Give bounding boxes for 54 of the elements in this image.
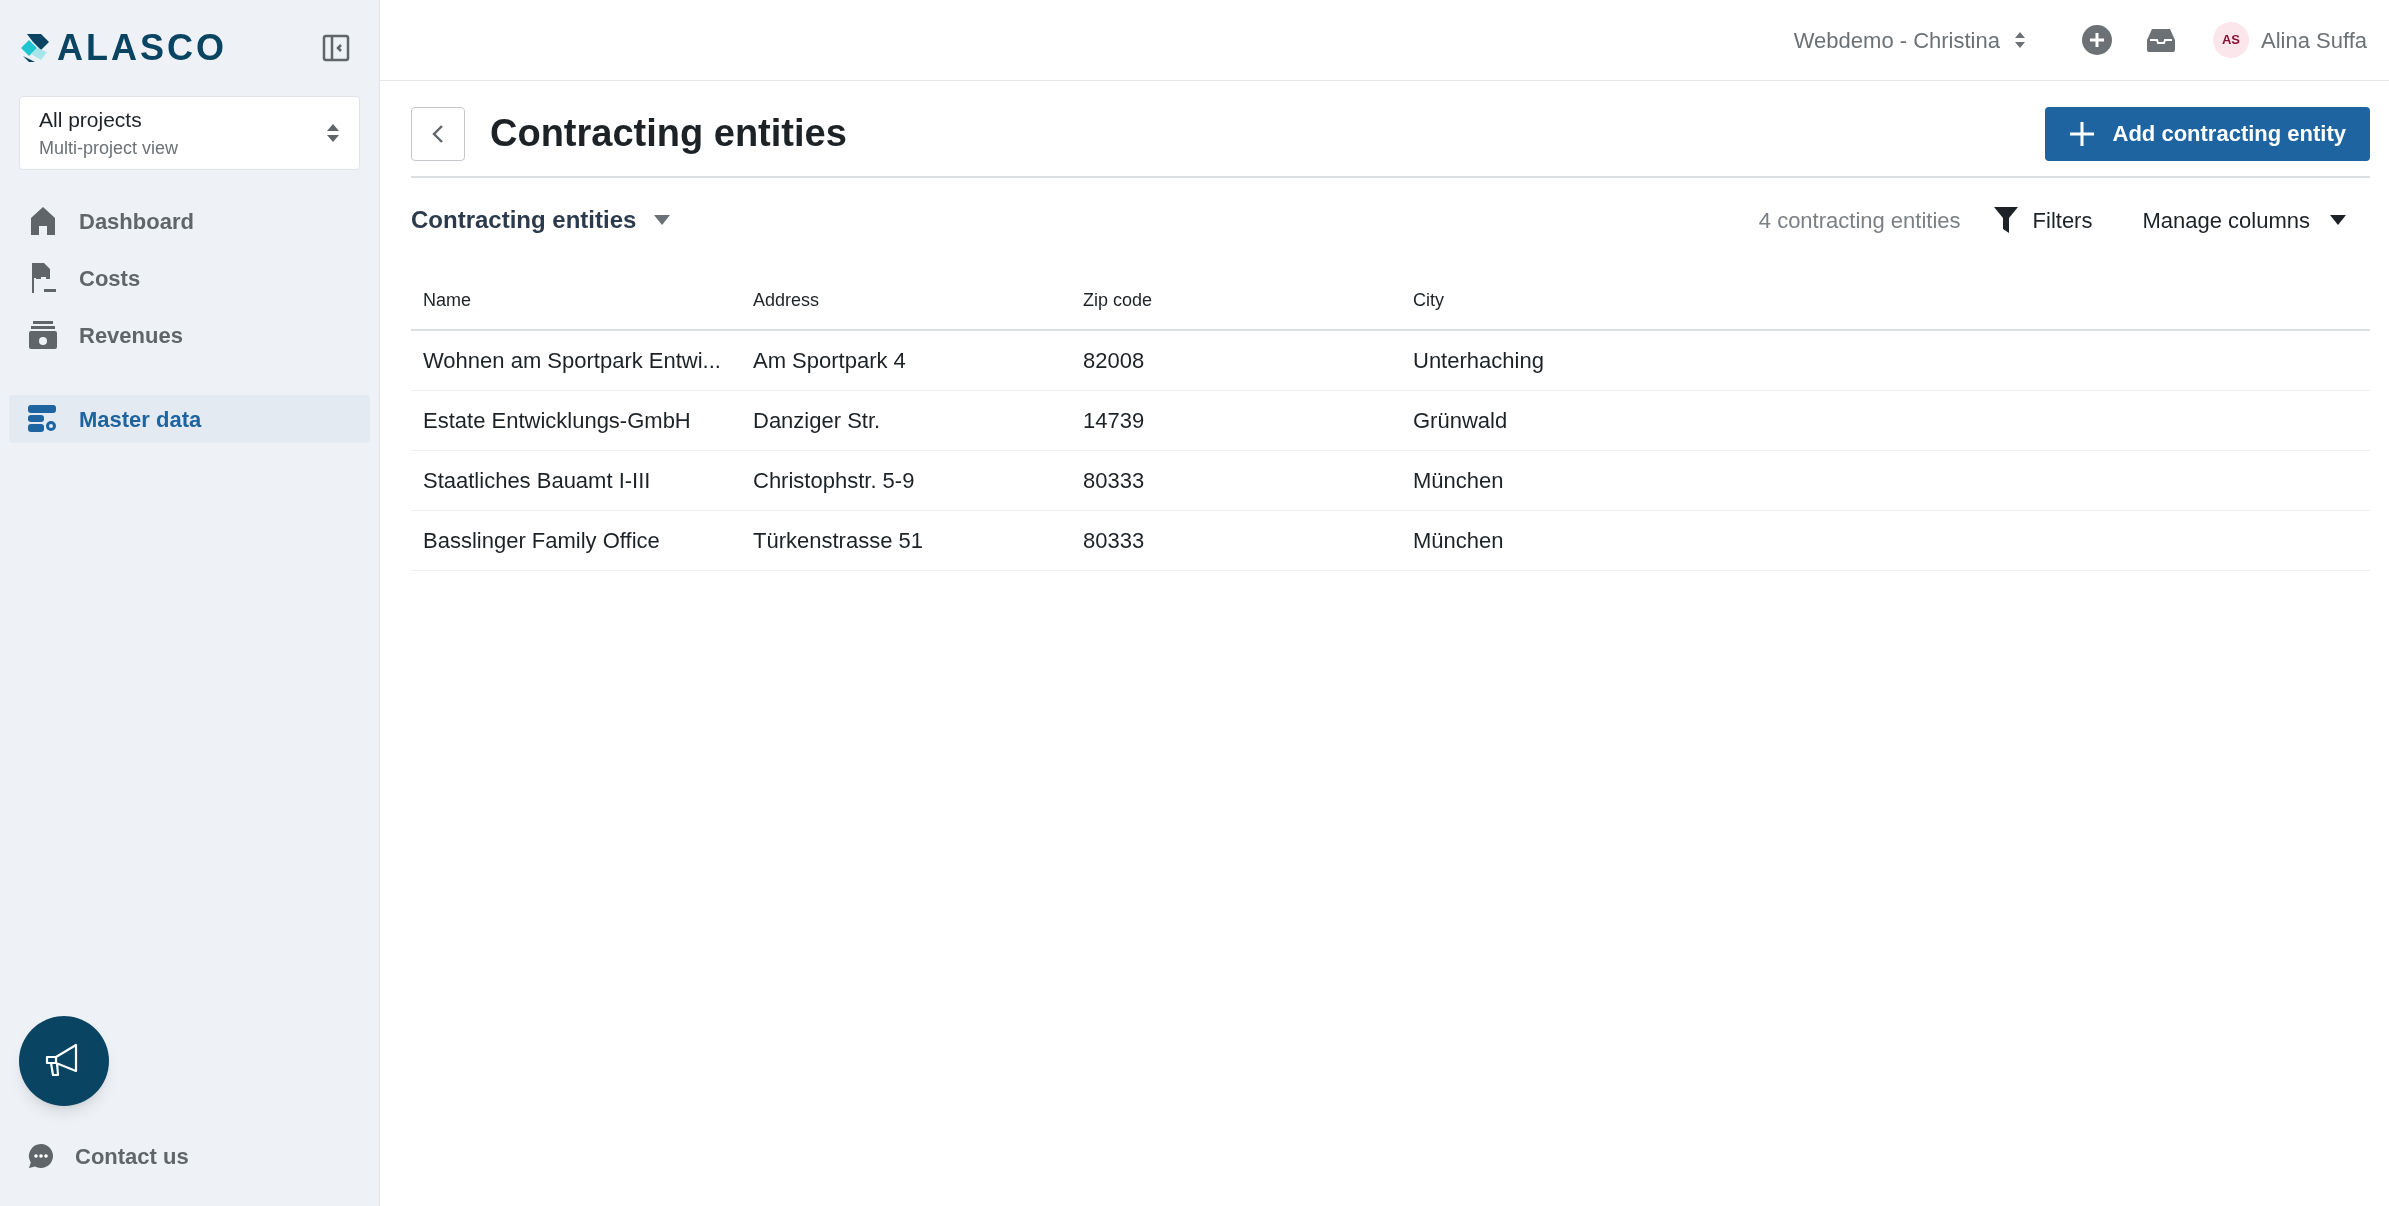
chevron-left-icon xyxy=(432,123,444,144)
plus-icon xyxy=(2068,120,2095,147)
sort-arrows-icon xyxy=(2014,31,2026,49)
chat-icon xyxy=(28,1143,54,1169)
project-selector[interactable]: All projects Multi-project view xyxy=(19,96,360,170)
data-settings-icon xyxy=(28,405,58,433)
add-icon[interactable] xyxy=(2082,25,2112,55)
sort-arrows-icon xyxy=(326,123,340,143)
table-cell: München xyxy=(1401,450,2370,510)
home-icon xyxy=(31,207,55,235)
caret-icon xyxy=(654,215,671,225)
sidebar-item[interactable]: Revenues xyxy=(9,311,370,359)
table-cell: Basslinger Family Office xyxy=(411,510,741,570)
column-header: Address xyxy=(741,272,1071,330)
filter-icon xyxy=(1993,207,2018,233)
table-cell: München xyxy=(1401,510,2370,570)
inbox-icon[interactable] xyxy=(2147,28,2175,52)
table-cell: 82008 xyxy=(1071,330,1401,390)
sidebar-item[interactable]: Costs xyxy=(9,254,370,302)
view-selector[interactable]: Contracting entities xyxy=(411,202,671,238)
project-subtitle: Multi-project view xyxy=(39,137,179,161)
sidebar-item[interactable]: Master data xyxy=(9,395,370,443)
workspace-selector[interactable]: Webdemo - Christina xyxy=(1793,23,2026,57)
column-header: Name xyxy=(411,272,741,330)
table-cell: Am Sportpark 4 xyxy=(741,330,1071,390)
contact-us-link[interactable]: Contact us xyxy=(75,1139,189,1173)
user-name[interactable]: Alina Suffa xyxy=(2261,23,2367,57)
table-cell: 14739 xyxy=(1071,390,1401,450)
receipt-icon xyxy=(30,263,56,293)
add-contracting-entity-button[interactable]: Add contracting entity xyxy=(2044,106,2370,161)
cash-register-icon xyxy=(29,321,57,349)
sidebar-item[interactable]: Dashboard xyxy=(9,197,370,245)
project-title: All projects xyxy=(39,106,143,133)
table-cell: Danziger Str. xyxy=(741,390,1071,450)
column-header: Zip code xyxy=(1071,272,1401,330)
table-cell: Wohnen am Sportpark Entwi... xyxy=(411,330,741,390)
table-cell: Christophstr. 5-9 xyxy=(741,450,1071,510)
caret-icon xyxy=(2330,215,2346,225)
table-cell: 80333 xyxy=(1071,510,1401,570)
table-cell: Grünwald xyxy=(1401,390,2370,450)
logo-text: ALASCO xyxy=(57,26,227,70)
entity-count: 4 contracting entities xyxy=(1758,206,1961,235)
table-cell: 80333 xyxy=(1071,450,1401,510)
collapse-sidebar-icon[interactable] xyxy=(322,34,350,62)
column-header: City xyxy=(1401,272,2370,330)
table-cell: Estate Entwicklungs-GmbH xyxy=(411,390,741,450)
manage-columns-button[interactable]: Manage columns xyxy=(2142,203,2346,237)
table-cell: Staatliches Bauamt I-III xyxy=(411,450,741,510)
filters-button[interactable]: Filters xyxy=(1993,203,2093,237)
user-avatar[interactable]: AS xyxy=(2213,22,2249,58)
table-cell: Unterhaching xyxy=(1401,330,2370,390)
table-cell: Türkenstrasse 51 xyxy=(741,510,1071,570)
logo-icon xyxy=(19,32,51,64)
page-title: Contracting entities xyxy=(490,111,847,156)
